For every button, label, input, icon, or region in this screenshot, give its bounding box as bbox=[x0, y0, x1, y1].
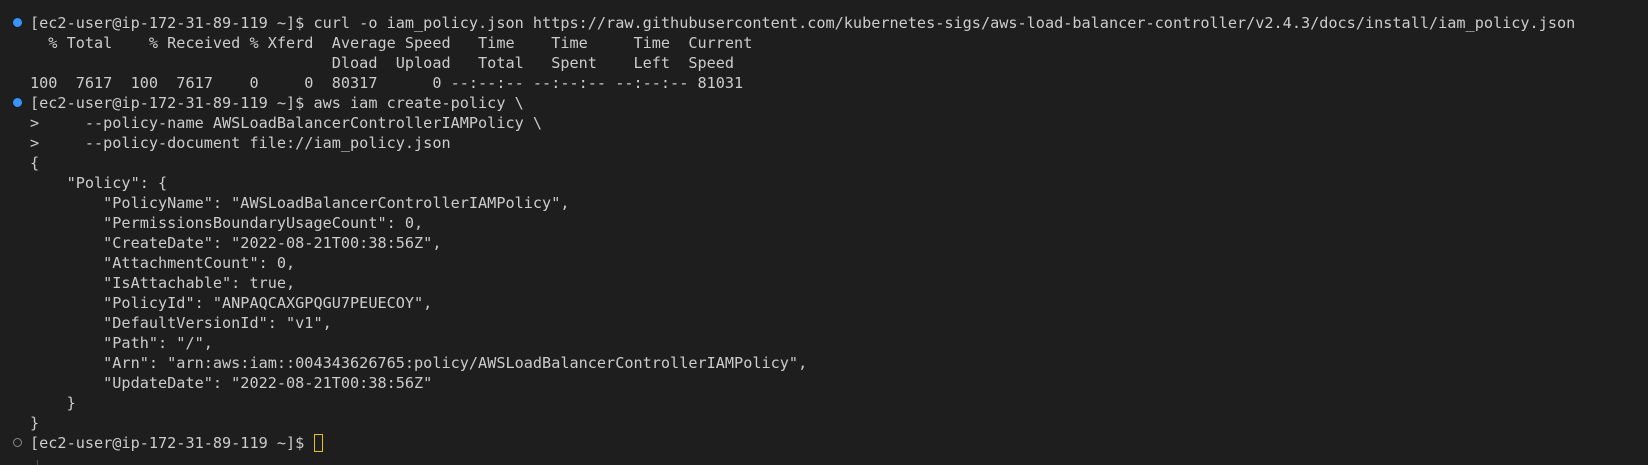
output-line: } bbox=[0, 413, 1648, 433]
command-line-curl: [ec2-user@ip-172-31-89-119 ~]$ curl -o i… bbox=[0, 13, 1648, 33]
terminal-line-text: } bbox=[30, 394, 76, 412]
terminal-line-text: Dload Upload Total Spent Left Speed bbox=[30, 54, 735, 72]
output-line: "Path": "/", bbox=[0, 333, 1648, 353]
output-line: Dload Upload Total Spent Left Speed bbox=[0, 53, 1648, 73]
output-line: "Policy": { bbox=[0, 173, 1648, 193]
terminal-line-text: "Arn": "arn:aws:iam::004343626765:policy… bbox=[30, 354, 808, 372]
continuation-line: > --policy-name AWSLoadBalancerControlle… bbox=[0, 113, 1648, 133]
terminal-line-text: > --policy-document file://iam_policy.js… bbox=[30, 134, 451, 152]
output-line: % Total % Received % Xferd Average Speed… bbox=[0, 33, 1648, 53]
terminal-output[interactable]: [ec2-user@ip-172-31-89-119 ~]$ curl -o i… bbox=[0, 0, 1648, 465]
terminal-line-text: "PolicyName": "AWSLoadBalancerController… bbox=[30, 194, 570, 212]
terminal-line-text: [ec2-user@ip-172-31-89-119 ~]$ aws iam c… bbox=[30, 94, 524, 112]
output-line: "IsAttachable": true, bbox=[0, 273, 1648, 293]
terminal-line-text: "IsAttachable": true, bbox=[30, 274, 296, 292]
output-line: "PermissionsBoundaryUsageCount": 0, bbox=[0, 213, 1648, 233]
terminal-line-text: 100 7617 100 7617 0 0 80317 0 --:--:-- -… bbox=[30, 74, 744, 92]
terminal-line-text: } bbox=[30, 414, 40, 432]
terminal-line-text: "CreateDate": "2022-08-21T00:38:56Z", bbox=[30, 234, 442, 252]
terminal-line-text: "DefaultVersionId": "v1", bbox=[30, 314, 332, 332]
terminal-line-text: "AttachmentCount": 0, bbox=[30, 254, 296, 272]
scroll-indicator bbox=[37, 460, 38, 465]
output-line: "PolicyId": "ANPAQCAXGPQGU7PEUECOY", bbox=[0, 293, 1648, 313]
output-line: "PolicyName": "AWSLoadBalancerController… bbox=[0, 193, 1648, 213]
output-line: "AttachmentCount": 0, bbox=[0, 253, 1648, 273]
terminal-cursor[interactable] bbox=[314, 434, 324, 452]
terminal-line-text: "PermissionsBoundaryUsageCount": 0, bbox=[30, 214, 424, 232]
output-line: "DefaultVersionId": "v1", bbox=[0, 313, 1648, 333]
terminal-line-text: "UpdateDate": "2022-08-21T00:38:56Z" bbox=[30, 374, 433, 392]
terminal-line-text: "PolicyId": "ANPAQCAXGPQGU7PEUECOY", bbox=[30, 294, 433, 312]
command-line-aws: [ec2-user@ip-172-31-89-119 ~]$ aws iam c… bbox=[0, 93, 1648, 113]
terminal-line-text: > --policy-name AWSLoadBalancerControlle… bbox=[30, 114, 543, 132]
output-line: 100 7617 100 7617 0 0 80317 0 --:--:-- -… bbox=[0, 73, 1648, 93]
terminal-line-text: "Policy": { bbox=[30, 174, 168, 192]
continuation-line: > --policy-document file://iam_policy.js… bbox=[0, 133, 1648, 153]
output-line: { bbox=[0, 153, 1648, 173]
output-line: } bbox=[0, 393, 1648, 413]
current-prompt-line[interactable]: [ec2-user@ip-172-31-89-119 ~]$ bbox=[0, 433, 1648, 453]
command-success-marker-icon[interactable] bbox=[13, 98, 22, 107]
terminal-line-text: "Path": "/", bbox=[30, 334, 213, 352]
terminal-line-text: % Total % Received % Xferd Average Speed… bbox=[30, 34, 753, 52]
output-line: "CreateDate": "2022-08-21T00:38:56Z", bbox=[0, 233, 1648, 253]
terminal-line-text: { bbox=[30, 154, 40, 172]
output-line: "UpdateDate": "2022-08-21T00:38:56Z" bbox=[0, 373, 1648, 393]
terminal-line-text: [ec2-user@ip-172-31-89-119 ~]$ curl -o i… bbox=[30, 14, 1576, 32]
command-pending-marker-icon[interactable] bbox=[13, 438, 22, 447]
command-success-marker-icon[interactable] bbox=[13, 18, 22, 27]
output-line: "Arn": "arn:aws:iam::004343626765:policy… bbox=[0, 353, 1648, 373]
prompt-text: [ec2-user@ip-172-31-89-119 ~]$ bbox=[30, 434, 314, 452]
